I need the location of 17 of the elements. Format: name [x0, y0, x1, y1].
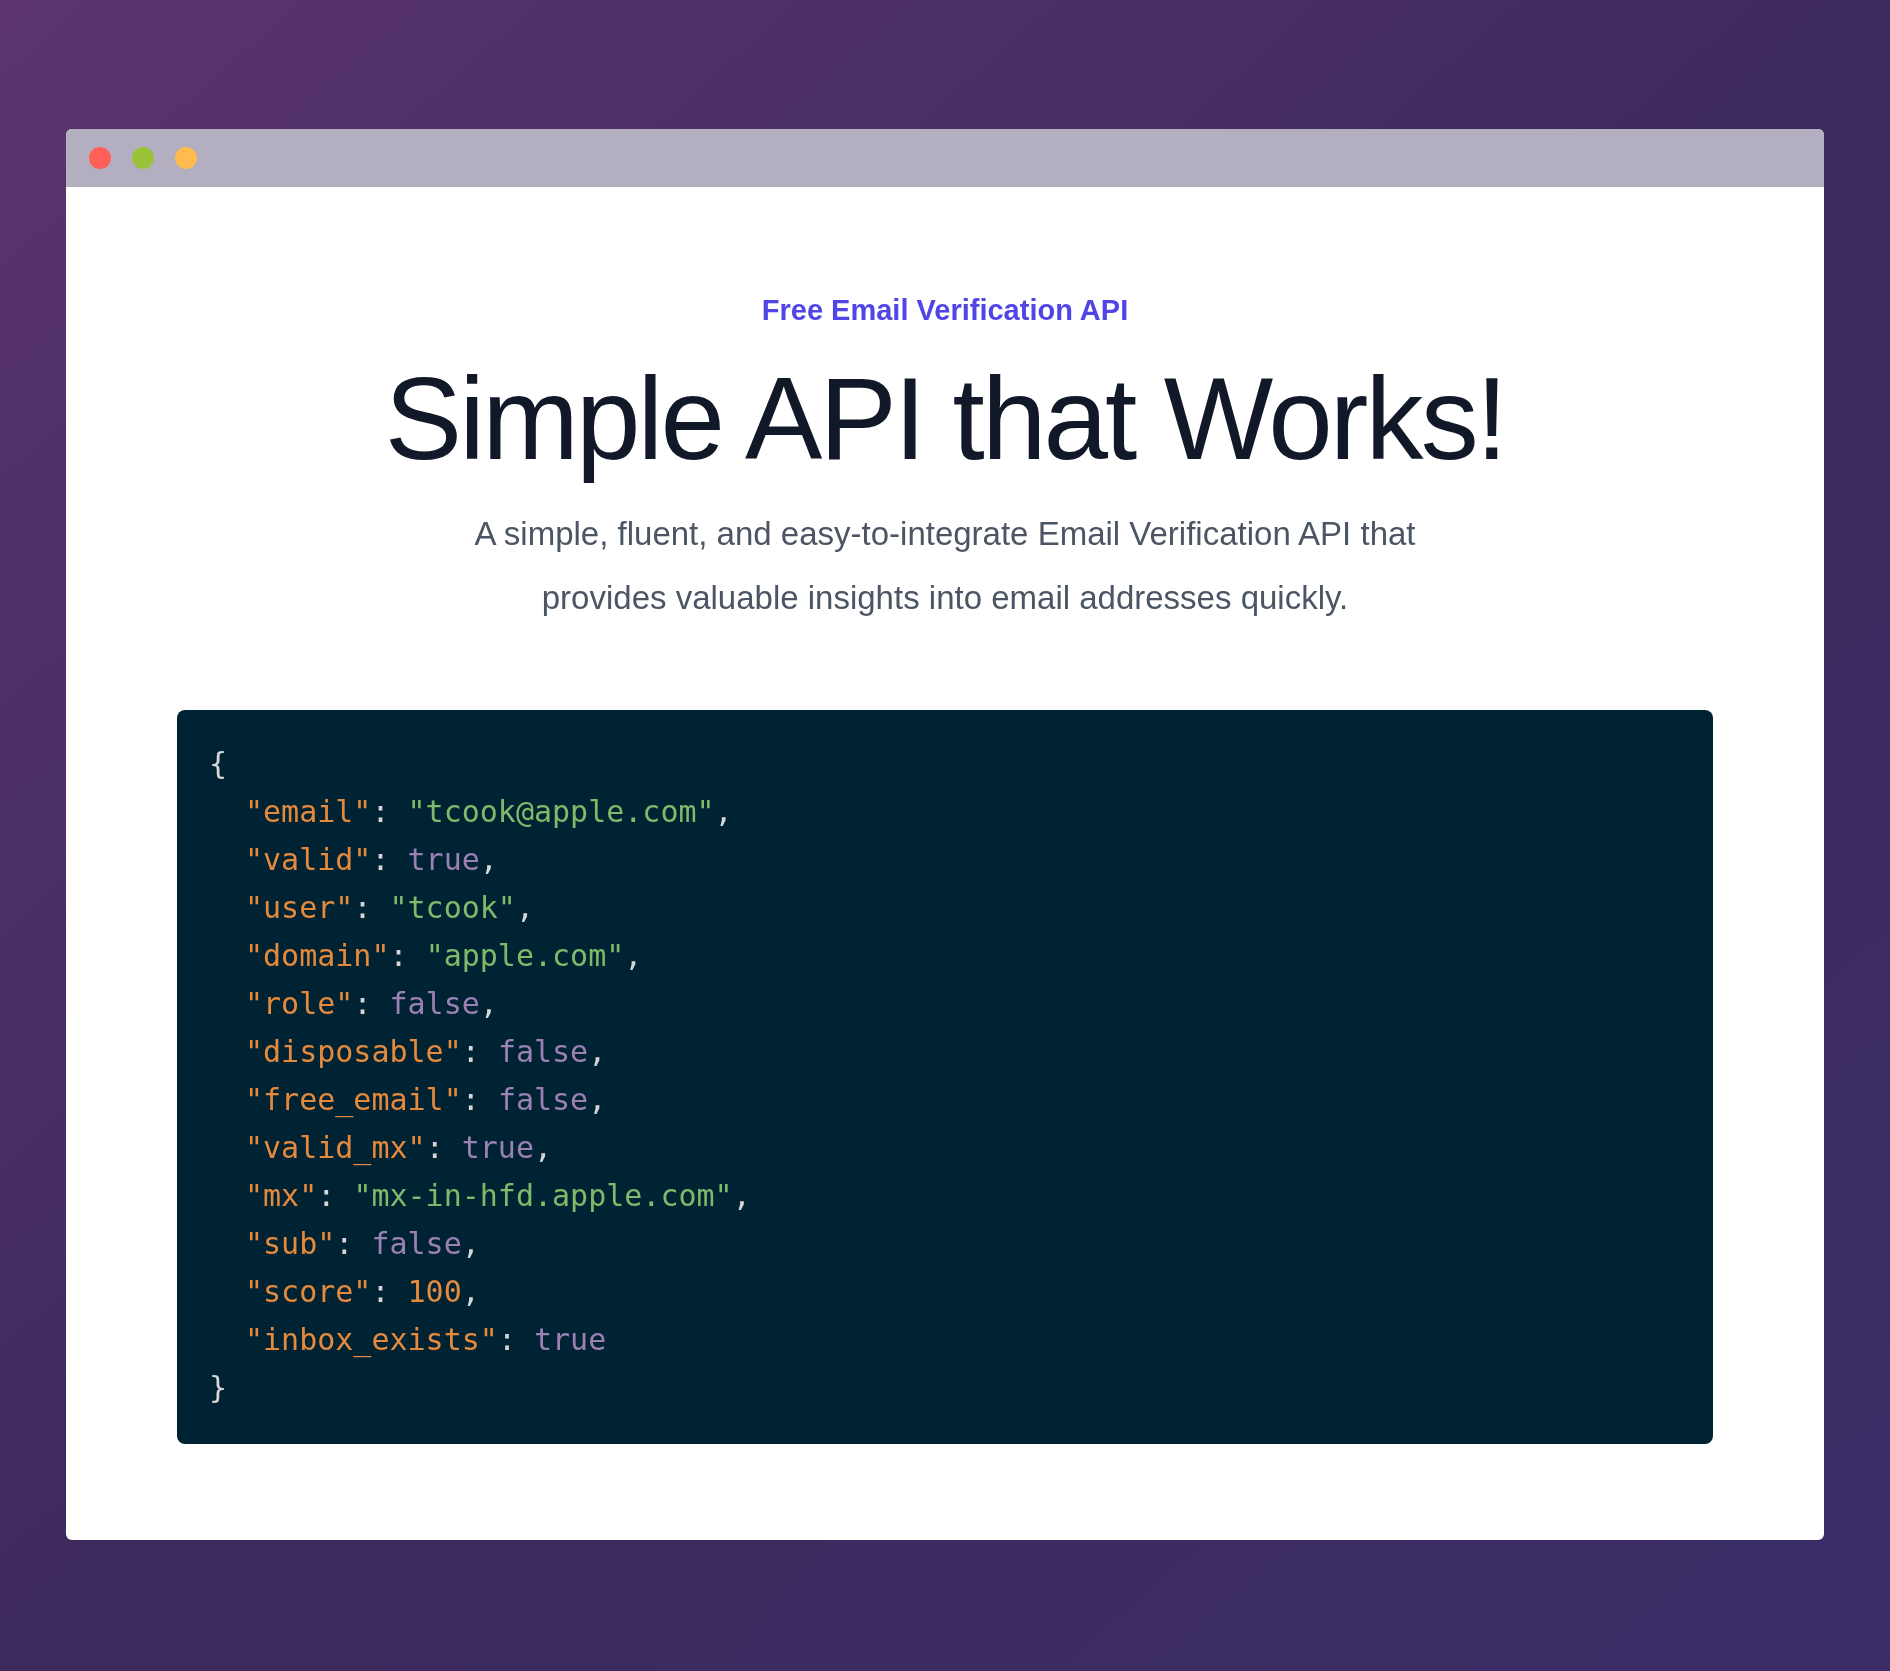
code-line: "score": 100,	[245, 1273, 480, 1311]
page-heading: Simple API that Works!	[384, 354, 1506, 484]
code-line: "user": "tcook",	[245, 889, 534, 927]
code-line: }	[209, 1369, 228, 1407]
code-line: "free_email": false,	[245, 1081, 607, 1120]
code-line: "email": "tcook@apple.com",	[245, 793, 733, 831]
code-line: "role": false,	[245, 985, 498, 1023]
code-line: "domain": "apple.com",	[245, 937, 643, 975]
code-line: "mx": "mx-in-hfd.apple.com",	[245, 1177, 751, 1215]
code-line: "disposable": false,	[245, 1033, 607, 1071]
code-line: {	[209, 745, 228, 783]
code-line: "valid": true,	[245, 841, 498, 879]
eyebrow-text: Free Email Verification API	[761, 293, 1129, 328]
code-line: "sub": false,	[245, 1225, 480, 1263]
code-line: "valid_mx": true,	[245, 1129, 553, 1168]
code-line: "inbox_exists": true	[245, 1321, 607, 1360]
description-text: A simple, fluent, and easy-to-integrate Email Verification API that provides valuable insights into email addresses quickly.	[473, 514, 1417, 618]
